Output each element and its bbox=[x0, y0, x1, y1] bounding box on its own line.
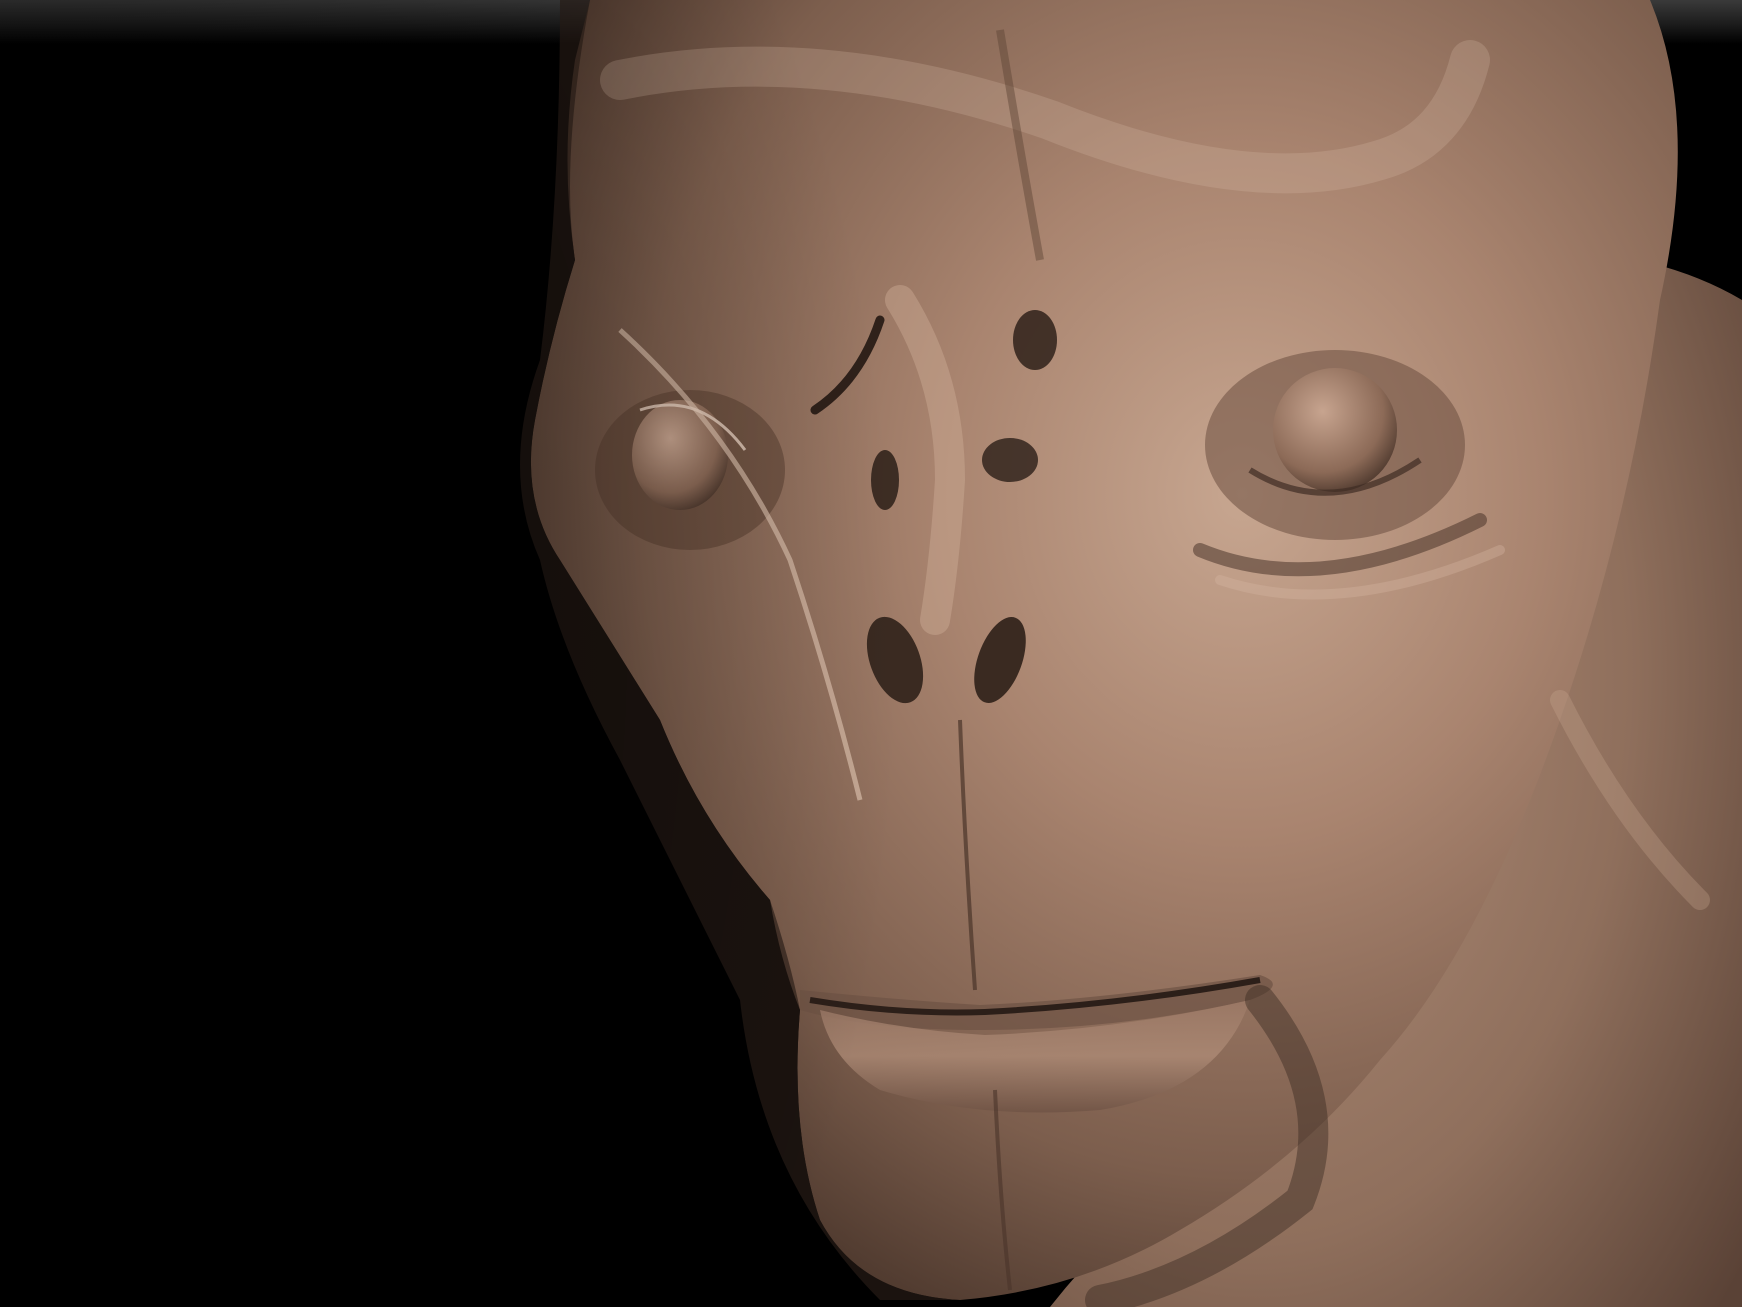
left-vignette bbox=[0, 0, 900, 1307]
right-eye bbox=[1273, 368, 1397, 492]
upper-nostril-right bbox=[1013, 310, 1057, 370]
render-viewport bbox=[0, 0, 1742, 1307]
alien-head-render bbox=[0, 0, 1742, 1307]
mid-nostril-right bbox=[982, 438, 1038, 482]
